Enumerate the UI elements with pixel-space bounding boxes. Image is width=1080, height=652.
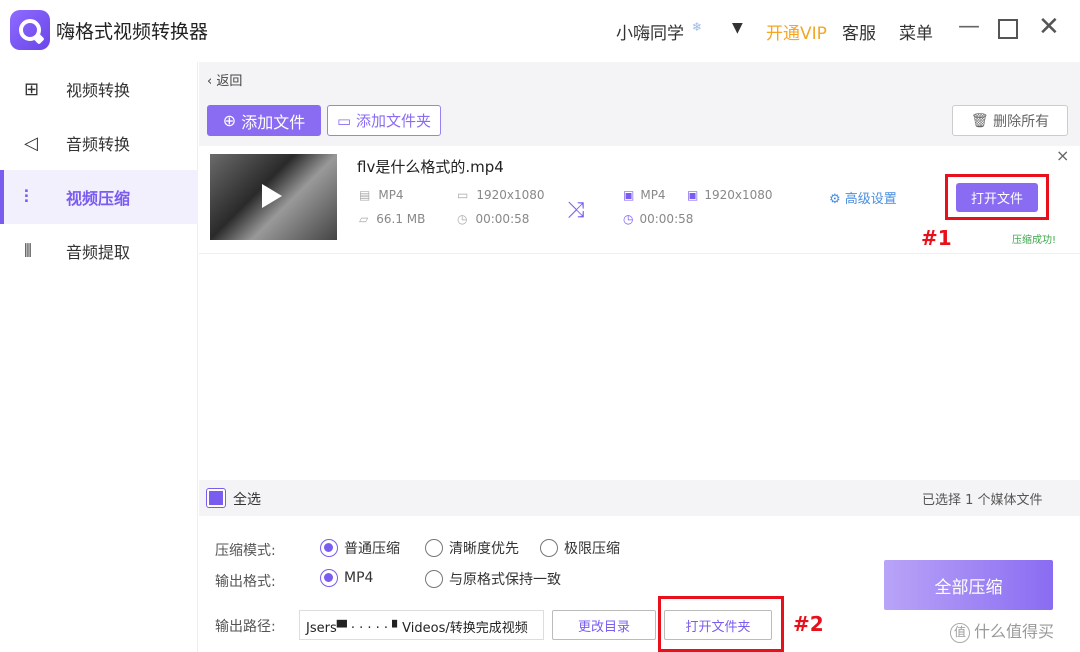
selected-count: 已选择 1 个媒体文件 bbox=[922, 493, 1043, 508]
service-button[interactable]: 客服 bbox=[842, 19, 876, 44]
user-dropdown-icon[interactable]: ▼ bbox=[732, 20, 743, 36]
back-button[interactable]: ‹ 返回 bbox=[207, 70, 242, 89]
minimize-icon[interactable]: — bbox=[958, 14, 980, 39]
output-format: ▣ MP4 bbox=[623, 188, 666, 202]
selection-bar: 全选 已选择 1 个媒体文件 bbox=[199, 482, 1080, 514]
back-label: 返回 bbox=[216, 74, 243, 89]
compress-mode-label: 压缩模式: bbox=[215, 543, 276, 559]
folder-icon: ▭ bbox=[337, 111, 356, 130]
status-badge: 压缩成功! bbox=[1012, 235, 1057, 246]
user-badge-icon: ❄ bbox=[692, 20, 703, 34]
app-logo-icon bbox=[10, 10, 50, 50]
close-icon[interactable]: ✕ bbox=[1038, 12, 1060, 42]
chevron-left-icon: ‹ bbox=[207, 74, 217, 89]
gear-icon: ⚙ bbox=[829, 192, 845, 207]
advanced-settings-button[interactable]: ⚙ 高级设置 bbox=[829, 188, 897, 207]
play-icon bbox=[262, 184, 282, 208]
annotation-label-1: #1 bbox=[921, 226, 952, 250]
output-path-label: 输出路径: bbox=[215, 619, 276, 635]
annotation-label-2: #2 bbox=[793, 612, 824, 636]
sidebar-item-label: 视频转换 bbox=[66, 81, 131, 100]
menu-button[interactable]: 菜单 bbox=[899, 19, 933, 44]
app-title: 嗨格式视频转换器 bbox=[56, 21, 209, 43]
resolution-icon: ▭ bbox=[457, 188, 469, 202]
add-folder-button[interactable]: ▭ 添加文件夹 bbox=[327, 105, 441, 136]
annotation-box-1 bbox=[945, 174, 1049, 220]
sidebar: ⊞ 视频转换 ◁ 音频转换 ⫶ 视频压缩 ⦀ 音频提取 bbox=[0, 62, 198, 652]
output-resolution: ▣ 1920x1080 bbox=[687, 188, 773, 202]
trash-icon: 🗑 bbox=[970, 112, 994, 129]
video-thumbnail[interactable] bbox=[210, 154, 337, 240]
watermark-text: 什么值得买 bbox=[974, 622, 1055, 641]
sidebar-item-video-convert[interactable]: ⊞ 视频转换 bbox=[0, 62, 198, 116]
main-panel: ‹ 返回 ⊕ 添加文件 ▭ 添加文件夹 🗑 删除所有 flv是什么格式的.mp4… bbox=[199, 62, 1080, 652]
delete-all-button[interactable]: 🗑 删除所有 bbox=[952, 105, 1068, 136]
sidebar-item-audio-extract[interactable]: ⦀ 音频提取 bbox=[0, 224, 198, 278]
vip-button[interactable]: 开通VIP bbox=[766, 19, 827, 44]
clock-icon: ◷ bbox=[623, 212, 634, 226]
mode-normal-radio[interactable]: 普通压缩 bbox=[320, 538, 400, 558]
format-keep-radio[interactable]: 与原格式保持一致 bbox=[425, 569, 561, 589]
source-duration: ◷ 00:00:58 bbox=[457, 212, 530, 226]
plus-circle-icon: ⊕ bbox=[222, 111, 242, 130]
sidebar-item-label: 音频转换 bbox=[66, 135, 131, 154]
list-item: flv是什么格式的.mp4 ▤ MP4 ▭ 1920x1080 ▱ 66.1 MB ◷… bbox=[199, 146, 1080, 254]
output-duration: ◷ 00:00:58 bbox=[623, 212, 694, 226]
compress-all-button[interactable]: 全部压缩 bbox=[884, 560, 1053, 610]
file-list: flv是什么格式的.mp4 ▤ MP4 ▭ 1920x1080 ▱ 66.1 MB ◷… bbox=[199, 146, 1080, 480]
source-format: ▤ MP4 bbox=[359, 188, 404, 202]
settings-panel: 压缩模式: 普通压缩 清晰度优先 极限压缩 输出格式: MP4 与原格式保持一致… bbox=[199, 516, 1080, 652]
format-icon: ▣ bbox=[623, 188, 635, 202]
clock-icon: ◷ bbox=[457, 212, 468, 226]
add-file-label: 添加文件 bbox=[241, 112, 306, 132]
add-file-button[interactable]: ⊕ 添加文件 bbox=[207, 105, 321, 136]
select-all-label[interactable]: 全选 bbox=[233, 489, 261, 509]
select-all-checkbox[interactable] bbox=[207, 489, 225, 507]
video-compress-icon: ⫶ bbox=[24, 186, 29, 208]
annotation-box-2 bbox=[658, 596, 784, 652]
audio-extract-icon: ⦀ bbox=[24, 240, 32, 262]
sidebar-item-label: 视频压缩 bbox=[66, 189, 131, 208]
convert-arrow-icon: ⤨ bbox=[567, 198, 585, 223]
source-resolution: ▭ 1920x1080 bbox=[457, 188, 545, 202]
delete-all-label: 删除所有 bbox=[993, 113, 1050, 130]
sidebar-item-video-compress[interactable]: ⫶ 视频压缩 bbox=[0, 170, 198, 224]
output-path-field[interactable]: Jsers▀ · · · · · ▘Videos/转换完成视频 bbox=[299, 610, 544, 640]
output-format-label: 输出格式: bbox=[215, 574, 276, 590]
audio-convert-icon: ◁ bbox=[24, 132, 38, 154]
watermark: 值什么值得买 bbox=[950, 618, 1054, 643]
folder-icon: ▱ bbox=[359, 212, 369, 226]
format-icon: ▤ bbox=[359, 188, 371, 202]
add-folder-label: 添加文件夹 bbox=[355, 112, 431, 130]
mode-extreme-radio[interactable]: 极限压缩 bbox=[540, 538, 620, 558]
source-size: ▱ 66.1 MB bbox=[359, 212, 426, 226]
change-directory-button[interactable]: 更改目录 bbox=[552, 610, 656, 640]
file-name: flv是什么格式的.mp4 bbox=[357, 158, 504, 176]
remove-file-icon[interactable]: × bbox=[1056, 146, 1069, 165]
video-convert-icon: ⊞ bbox=[24, 78, 40, 100]
sidebar-item-label: 音频提取 bbox=[66, 243, 131, 262]
watermark-logo-icon: 值 bbox=[950, 622, 970, 643]
title-bar: 嗨格式视频转换器 小嗨同学 ❄ ▼ 开通VIP 客服 菜单 — ✕ bbox=[0, 0, 1080, 60]
user-name[interactable]: 小嗨同学 bbox=[616, 19, 684, 44]
resolution-icon: ▣ bbox=[687, 188, 699, 202]
maximize-icon[interactable] bbox=[998, 19, 1018, 39]
sidebar-item-audio-convert[interactable]: ◁ 音频转换 bbox=[0, 116, 198, 170]
mode-clarity-radio[interactable]: 清晰度优先 bbox=[425, 538, 519, 558]
format-mp4-radio[interactable]: MP4 bbox=[320, 569, 373, 587]
